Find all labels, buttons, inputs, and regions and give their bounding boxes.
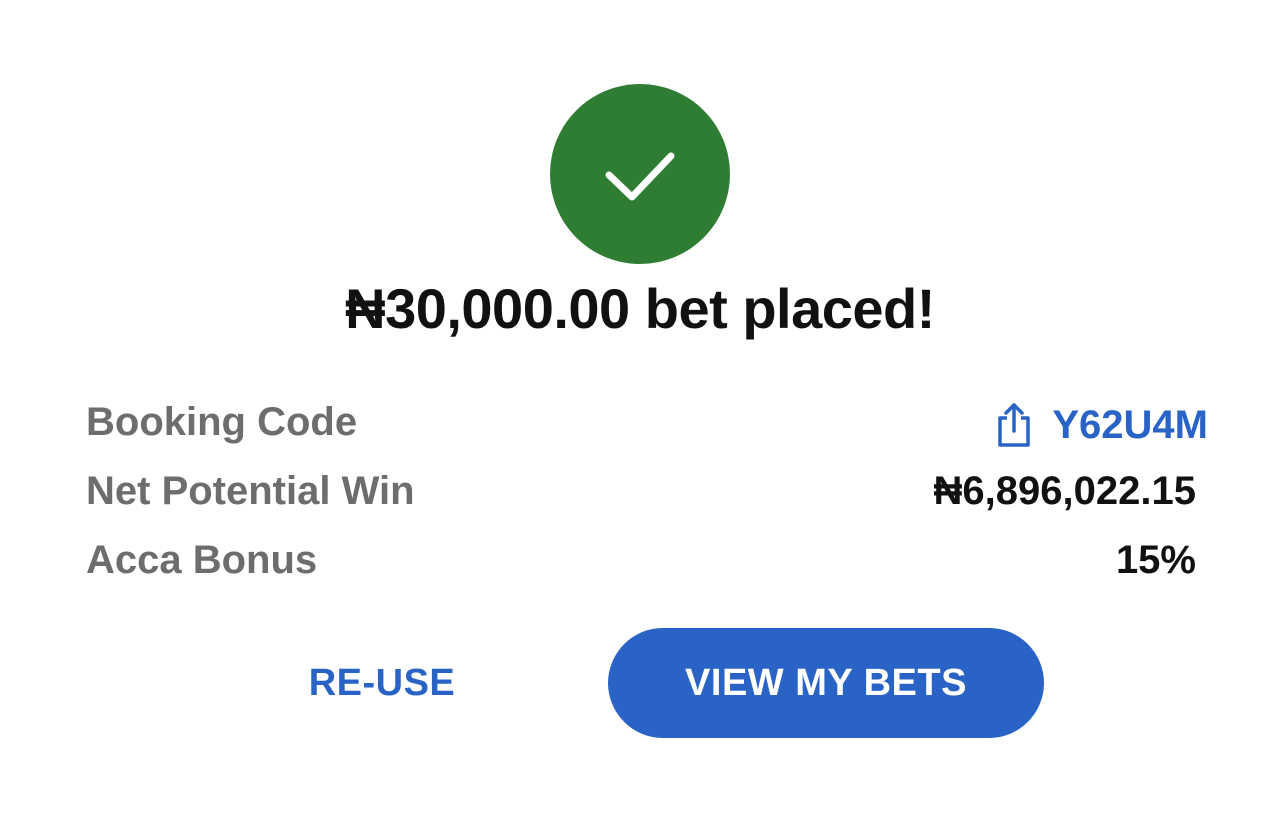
- bet-placed-headline: ₦30,000.00 bet placed!: [345, 277, 935, 340]
- booking-code-value[interactable]: Y62U4M: [1052, 403, 1208, 448]
- success-badge: [550, 84, 730, 264]
- reuse-button[interactable]: RE-USE: [290, 638, 474, 728]
- booking-code-share[interactable]: Y62U4M: [994, 400, 1208, 450]
- net-potential-win-label: Net Potential Win: [86, 469, 415, 513]
- booking-code-label: Booking Code: [86, 400, 358, 444]
- acca-bonus-label: Acca Bonus: [86, 538, 318, 582]
- net-potential-win-row: Net Potential Win ₦6,896,022.15: [86, 469, 1196, 519]
- view-my-bets-button[interactable]: VIEW MY BETS: [608, 628, 1044, 738]
- checkmark-icon: [605, 152, 675, 201]
- bet-placed-dialog: ₦30,000.00 bet placed! Booking Code Y62U…: [0, 0, 1280, 828]
- net-potential-win-value: ₦6,896,022.15: [933, 469, 1196, 513]
- acca-bonus-row: Acca Bonus 15%: [86, 538, 1196, 588]
- share-icon[interactable]: [994, 401, 1034, 449]
- acca-bonus-value: 15%: [1115, 538, 1196, 582]
- booking-code-row: Booking Code Y62U4M: [86, 400, 1208, 450]
